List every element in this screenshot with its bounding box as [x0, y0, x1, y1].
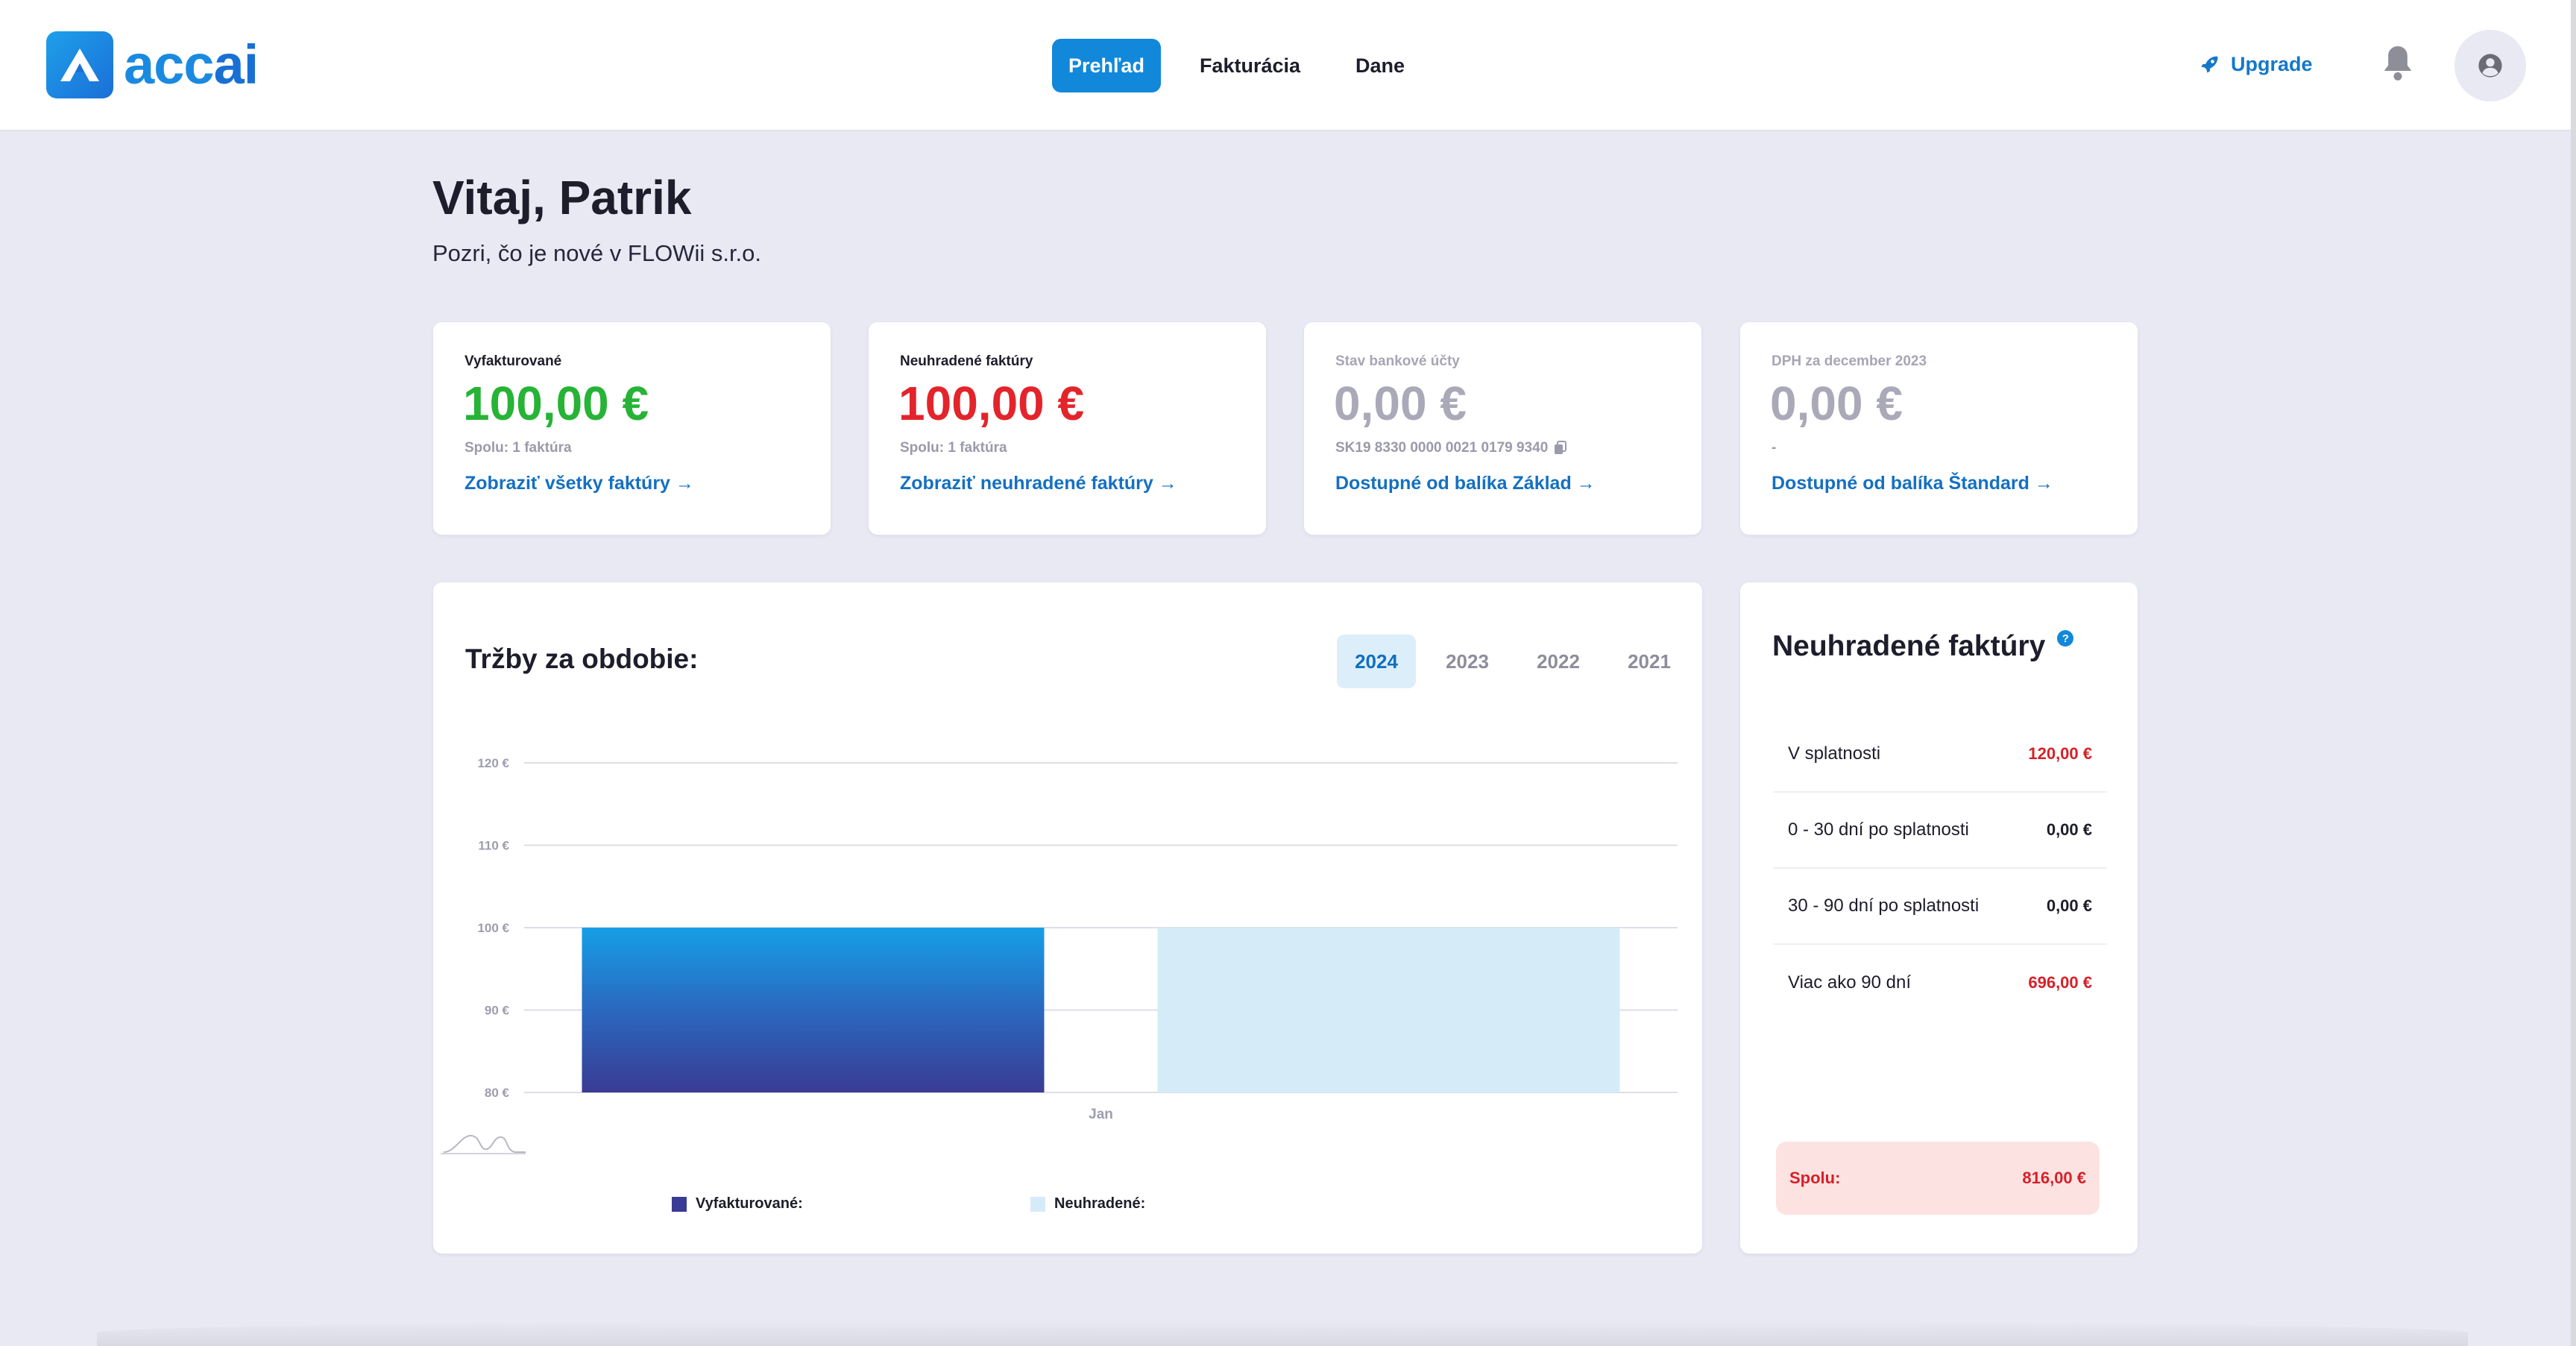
card-label: Vyfakturované	[465, 353, 562, 369]
iban-text: SK19 8330 0000 0021 0179 9340	[1335, 440, 1549, 456]
legend-label: Neuhradené:	[1054, 1195, 1146, 1212]
unpaid-invoices-panel: Neuhradené faktúry ? V splatnosti 120,00…	[1740, 582, 2138, 1254]
legend-label: Vyfakturované:	[696, 1195, 803, 1212]
plan-basic-link[interactable]: Dostupné od balíka Základ →	[1335, 473, 1596, 494]
unpaid-title-text: Neuhradené faktúry	[1772, 630, 2046, 662]
plan-standard-link[interactable]: Dostupné od balíka Štandard →	[1772, 473, 2053, 494]
card-invoiced: Vyfakturované 100,00 € Spolu: 1 faktúra …	[433, 322, 831, 535]
nav-tab-fakturacia[interactable]: Fakturácia	[1183, 39, 1317, 92]
rocket-icon	[2201, 56, 2218, 73]
unpaid-row-30-90: 30 - 90 dní po splatnosti 0,00 €	[1773, 869, 2107, 945]
card-label: Neuhradené faktúry	[900, 353, 1033, 369]
user-icon	[2478, 54, 2502, 78]
view-all-invoices-link[interactable]: Zobraziť všetky faktúry →	[465, 473, 694, 494]
page-footer-shadow	[97, 1320, 2468, 1346]
x-tick-label: Jan	[1089, 1107, 1113, 1122]
card-value: 100,00 €	[898, 377, 1085, 430]
card-value: 0,00 €	[1334, 377, 1467, 430]
y-tick-label: 90 €	[485, 1004, 510, 1018]
upgrade-button[interactable]: Upgrade	[2199, 46, 2313, 82]
card-note: -	[1772, 440, 1777, 456]
copy-icon[interactable]	[1554, 441, 1567, 456]
card-value: 0,00 €	[1770, 377, 1903, 430]
page-scrollbar[interactable]	[2571, 0, 2576, 1346]
page-subtitle: Pozri, čo je nové v FLOWii s.r.o.	[432, 240, 762, 266]
legend-swatch	[672, 1196, 687, 1212]
card-label: DPH za december 2023	[1772, 353, 1927, 369]
upgrade-label: Upgrade	[2231, 52, 2313, 75]
card-bank-balance: Stav bankové účty 0,00 € SK19 8330 0000 …	[1304, 322, 1701, 535]
view-unpaid-invoices-link[interactable]: Zobraziť neuhradené faktúry →	[900, 473, 1177, 494]
unpaid-row-value: 120,00 €	[2028, 744, 2092, 763]
y-tick-label: 80 €	[485, 1086, 510, 1100]
user-avatar[interactable]	[2454, 30, 2526, 101]
unpaid-row-due: V splatnosti 120,00 €	[1773, 717, 2107, 793]
unpaid-row-value: 0,00 €	[2046, 820, 2092, 839]
nav-tab-prehlad[interactable]: Prehľad	[1052, 39, 1161, 92]
y-tick-label: 100 €	[477, 921, 509, 935]
card-value: 100,00 €	[463, 377, 649, 430]
unpaid-row-over-90: Viac ako 90 dní 696,00 €	[1773, 945, 2107, 1021]
unpaid-row-label: V splatnosti	[1788, 743, 1881, 764]
card-note: Spolu: 1 faktúra	[465, 440, 572, 456]
unpaid-row-value: 696,00 €	[2028, 973, 2092, 992]
unpaid-row-label: 30 - 90 dní po splatnosti	[1788, 896, 1980, 916]
page-title: Vitaj, Patrik	[432, 171, 692, 224]
card-note-iban: SK19 8330 0000 0021 0179 9340	[1335, 440, 1567, 456]
nav-tab-dane[interactable]: Dane	[1339, 39, 1421, 92]
y-tick-label: 110 €	[478, 839, 509, 853]
total-label: Spolu:	[1789, 1169, 1841, 1187]
bar-invoiced[interactable]	[582, 928, 1045, 1092]
notifications-bell-icon[interactable]	[2381, 43, 2414, 86]
main-nav: Prehľad Fakturácia Dane	[1052, 39, 1443, 92]
card-label: Stav bankové účty	[1335, 353, 1460, 369]
logo-mark-icon	[46, 31, 113, 98]
unpaid-row-label: Viac ako 90 dní	[1788, 972, 1912, 993]
legend-item-invoiced: Vyfakturované:	[672, 1195, 803, 1213]
chart-watermark-icon	[443, 1134, 526, 1153]
brand-wordmark: accai	[124, 34, 259, 95]
y-tick-label: 120 €	[477, 756, 509, 770]
card-vat: DPH za december 2023 0,00 € - Dostupné o…	[1740, 322, 2138, 535]
card-note: Spolu: 1 faktúra	[900, 440, 1007, 456]
unpaid-title: Neuhradené faktúry ?	[1772, 630, 2074, 663]
unpaid-row-label: 0 - 30 dní po splatnosti	[1788, 820, 1969, 840]
unpaid-total: Spolu: 816,00 €	[1776, 1142, 2100, 1215]
unpaid-row-0-30: 0 - 30 dní po splatnosti 0,00 €	[1773, 793, 2107, 869]
card-unpaid: Neuhradené faktúry 100,00 € Spolu: 1 fak…	[869, 322, 1266, 535]
revenue-chart: 80 € 90 € 100 € 110 € 120 € Jan	[441, 756, 1678, 1154]
bar-unpaid[interactable]	[1157, 928, 1620, 1092]
total-value: 816,00 €	[2022, 1169, 2086, 1187]
help-icon[interactable]: ?	[2057, 630, 2074, 647]
unpaid-row-value: 0,00 €	[2046, 896, 2092, 915]
legend-item-unpaid: Neuhradené:	[1030, 1195, 1145, 1213]
legend-swatch	[1030, 1196, 1045, 1212]
brand-logo[interactable]: accai	[46, 31, 259, 98]
top-bar: accai Prehľad Fakturácia Dane Upgrade	[0, 0, 2571, 131]
revenue-chart-panel: Tržby za obdobie: 2024 2023 2022 2021 80…	[433, 582, 1702, 1254]
